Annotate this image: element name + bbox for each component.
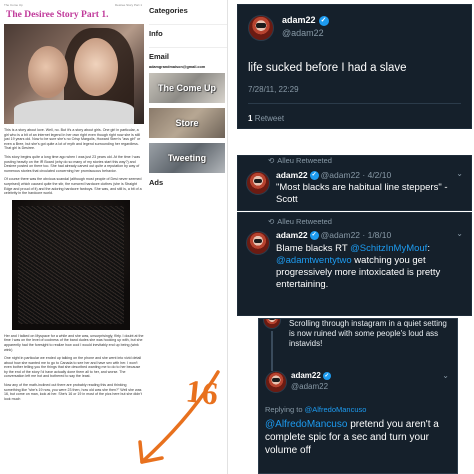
tweet-card-blame[interactable]: ⟲ Alleu Retweeted adam22 ✓ @adam22 · 1/8/10…: [237, 212, 472, 316]
tweet-date[interactable]: 7/28/11, 22:29: [248, 85, 299, 94]
retweeted-by-label: ⟲ Alleu Retweeted: [268, 156, 332, 165]
tweet-card-slave[interactable]: adam22 ✓ @adam22 life sucked before I had…: [237, 4, 472, 129]
post-title[interactable]: The Desiree Story Part 1.: [6, 10, 144, 21]
post-paragraph-3: Of course there was the obvious scandal …: [4, 177, 142, 196]
tweet-author-handle[interactable]: @adam22: [282, 28, 324, 38]
avatar[interactable]: [248, 15, 274, 41]
info-heading: Info: [149, 29, 163, 38]
tweet-author-handle[interactable]: @adam22: [321, 170, 360, 180]
avatar[interactable]: [263, 319, 281, 329]
avatar[interactable]: [246, 231, 270, 255]
ads-heading: Ads: [149, 178, 164, 187]
tweet-text: "Most blacks are habitual line steppers"…: [276, 182, 448, 205]
banner-store[interactable]: Store: [149, 108, 225, 138]
info-divider: [149, 42, 227, 48]
retweeted-by-text: Alleu Retweeted: [277, 156, 332, 165]
post-paragraph-4: Her and I talked on Myspace for a while …: [4, 333, 144, 352]
retweeted-by-label: ⟲ Alleu Retweeted: [268, 217, 332, 226]
replying-to-text: Replying to: [265, 405, 305, 414]
tweet-author-name[interactable]: adam22 ✓: [291, 371, 331, 380]
mention-link[interactable]: @SchitzInMyMouf: [350, 243, 427, 254]
tweet-header: adam22 ✓ @adam22 · 1/8/10: [276, 230, 392, 241]
chevron-down-icon[interactable]: ⌄: [456, 229, 463, 238]
tweet-author-handle[interactable]: @adam22: [291, 382, 328, 391]
verified-badge-icon: ✓: [309, 171, 319, 181]
thread-line: [271, 331, 273, 371]
tweet-text: @AlfredoMancuso pretend you aren't a com…: [265, 418, 451, 457]
verified-badge-icon: ✓: [318, 15, 329, 26]
annotation-number: 16: [184, 372, 220, 412]
tweet-divider: [248, 103, 461, 104]
banner-label: Store: [175, 118, 199, 128]
redacted-photo: [12, 199, 130, 330]
mention-link[interactable]: @AlfredoMancuso: [265, 419, 347, 430]
retweet-icon: ⟲: [268, 156, 275, 165]
retweeted-by-text: Alleu Retweeted: [277, 217, 332, 226]
tweet-author-handle[interactable]: @adam22: [321, 230, 360, 240]
tweet-text: Blame blacks RT @SchitzInMyMouf: @adamtw…: [276, 243, 461, 291]
tweet-text: life sucked before I had a slave: [248, 62, 407, 74]
avatar[interactable]: [265, 371, 287, 393]
mention-link[interactable]: @AlfredoMancuso: [305, 405, 367, 414]
tweet-author-name[interactable]: adam22 ✓: [282, 15, 329, 26]
tweet-date[interactable]: 4/2/10: [368, 170, 392, 180]
tweet-text-mid: :: [427, 243, 430, 254]
blog-sidebar: Categories Info Email adamgrandmaison@gm…: [149, 6, 227, 191]
email-address[interactable]: adamgrandmaison@gmail.com: [149, 65, 227, 69]
post-paragraph-intro: This is a story about love. Well, no. Bu…: [4, 128, 141, 151]
author-name-text: adam22: [282, 15, 316, 25]
tweet-header: adam22 ✓ @adam22 · 4/2/10: [276, 170, 392, 181]
blog-topbar-left[interactable]: The Come Up: [4, 3, 23, 9]
banner-the-come-up[interactable]: The Come Up: [149, 73, 225, 103]
banner-tweeting[interactable]: Tweeting: [149, 143, 225, 173]
couple-photo: [4, 24, 144, 124]
mention-link[interactable]: @adamtwentytwo: [276, 255, 352, 266]
tweet-text-prefix: Blame blacks RT: [276, 243, 351, 254]
avatar[interactable]: [246, 171, 270, 195]
tweet-author-name[interactable]: adam22: [276, 230, 308, 240]
chevron-down-icon[interactable]: ⌄: [456, 169, 463, 178]
replying-to-label: Replying to @AlfredoMancuso: [265, 405, 366, 414]
blog-post: The Desiree Story Part 1. This is a stor…: [4, 10, 144, 401]
retweet-icon: ⟲: [268, 217, 275, 226]
retweet-count-value: 1: [248, 114, 253, 123]
blog-topbar-right[interactable]: Desiree Story Part 1: [115, 3, 142, 9]
verified-badge-icon: ✓: [309, 231, 319, 241]
retweet-count[interactable]: 1 Retweet: [248, 114, 284, 123]
email-heading: Email: [149, 52, 170, 61]
verified-badge-icon: ✓: [322, 371, 331, 380]
banner-label: Tweeting: [167, 153, 207, 163]
tweet-author-name[interactable]: adam22: [276, 170, 308, 180]
chevron-down-icon[interactable]: ⌄: [442, 371, 449, 380]
categories-heading: Categories: [149, 6, 188, 15]
parent-tweet-text: Scrolling through instagram in a quiet s…: [289, 319, 447, 348]
post-paragraph-2: This story begins quite a long time ago …: [4, 154, 141, 173]
tweet-date[interactable]: 1/8/10: [368, 230, 392, 240]
categories-select[interactable]: [149, 19, 227, 25]
banner-label: The Come Up: [157, 83, 216, 93]
retweet-count-label: Retweet: [254, 114, 285, 123]
tweet-card-reply[interactable]: Scrolling through instagram in a quiet s…: [258, 318, 458, 474]
author-name-text: adam22: [291, 371, 321, 380]
tweet-card-line-steppers[interactable]: ⟲ Alleu Retweeted adam22 ✓ @adam22 · 4/2/10…: [237, 155, 472, 211]
blog-topbar: The Come Up Desiree Story Part 1: [4, 3, 142, 9]
